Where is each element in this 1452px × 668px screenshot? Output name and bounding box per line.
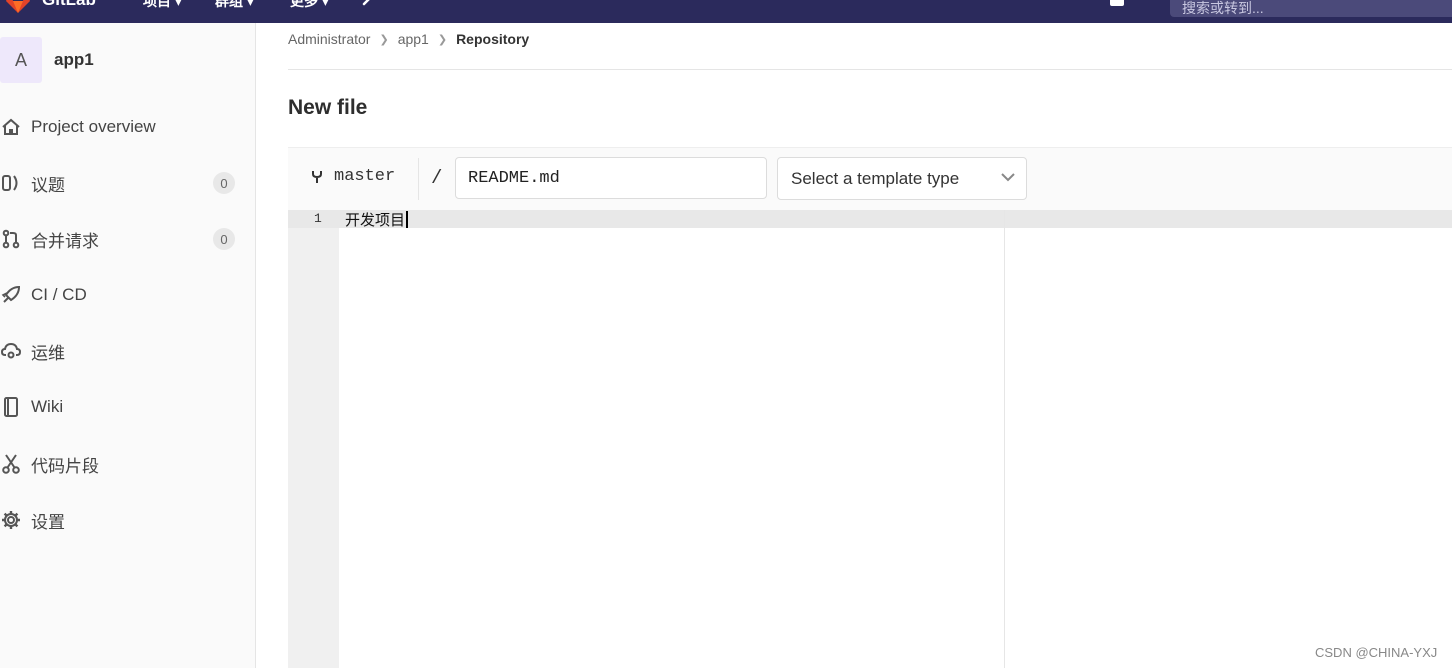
merge-requests-count-badge: 0 <box>213 228 235 250</box>
merge-request-icon <box>0 228 22 250</box>
project-avatar: A <box>0 37 42 83</box>
gitlab-fox-icon <box>6 0 30 13</box>
file-name-input[interactable] <box>455 157 767 199</box>
project-name: app1 <box>54 50 94 69</box>
sidebar-item-ci-cd[interactable]: CI / CD <box>0 280 250 310</box>
cloud-gear-icon <box>0 340 22 362</box>
scissors-icon <box>0 453 22 475</box>
sidebar-item-label: CI / CD <box>31 285 87 304</box>
sidebar-item-project-overview[interactable]: Project overview <box>0 112 250 142</box>
sidebar-item-operations[interactable]: 运维 <box>0 336 250 366</box>
sidebar-item-label: 合并请求 <box>31 231 99 251</box>
page-title: New file <box>288 96 368 119</box>
line-number: 1 <box>314 211 322 226</box>
gitlab-logo[interactable] <box>4 0 38 13</box>
branch-name: master <box>334 167 396 186</box>
code-line[interactable]: 开发项目 <box>345 209 409 230</box>
divider <box>288 69 1452 70</box>
branch-indicator: master <box>310 167 395 186</box>
rocket-icon <box>0 284 22 306</box>
template-type-label: Select a template type <box>791 168 960 188</box>
sidebar-item-label: 设置 <box>31 512 65 532</box>
new-item-icon[interactable] <box>1110 0 1124 6</box>
book-icon <box>0 396 22 418</box>
nav-more[interactable]: 更多 ▾ <box>290 0 329 11</box>
issues-icon <box>0 172 22 194</box>
breadcrumb-project[interactable]: app1 <box>398 31 429 47</box>
breadcrumb-administrator[interactable]: Administrator <box>288 31 370 47</box>
text-cursor <box>406 211 409 228</box>
admin-wrench-icon[interactable] <box>362 0 378 11</box>
line-number-gutter <box>288 210 339 668</box>
home-icon <box>0 116 22 138</box>
sidebar-item-label: Project overview <box>31 117 156 136</box>
divider <box>418 158 419 200</box>
print-margin <box>1004 210 1005 668</box>
project-header[interactable]: A app1 <box>0 37 94 83</box>
search-input[interactable]: 搜索或转到... <box>1170 0 1452 17</box>
active-line-highlight <box>288 210 1452 228</box>
file-editor-header: master / Select a template type <box>288 147 1452 211</box>
fork-icon <box>312 170 322 183</box>
sidebar-item-issues[interactable]: 议题 0 <box>0 168 250 198</box>
sidebar-item-label: 代码片段 <box>31 456 99 476</box>
chevron-right-icon: ❯ <box>379 33 389 46</box>
watermark: CSDN @CHINA-YXJ <box>1315 645 1438 660</box>
sidebar-item-label: Wiki <box>31 397 64 416</box>
sidebar-item-wiki[interactable]: Wiki <box>0 392 250 422</box>
path-separator: / <box>431 167 443 189</box>
nav-projects[interactable]: 项目 ▾ <box>143 0 182 11</box>
sidebar-item-label: 运维 <box>31 343 65 363</box>
breadcrumb-repository[interactable]: Repository <box>456 31 529 47</box>
nav-groups[interactable]: 群组 ▾ <box>215 0 254 11</box>
sidebar-item-settings[interactable]: 设置 <box>0 505 250 535</box>
project-sidebar: A app1 Project overview 议题 0 合并请求 0 CI /… <box>0 23 256 668</box>
issues-count-badge: 0 <box>213 172 235 194</box>
template-type-dropdown[interactable]: Select a template type <box>777 157 1027 200</box>
chevron-down-icon[interactable]: ▾ <box>1131 0 1136 3</box>
sidebar-item-label: 议题 <box>31 175 65 195</box>
chevron-down-icon <box>1001 173 1015 182</box>
breadcrumb: Administrator ❯ app1 ❯ Repository <box>288 31 529 47</box>
code-line-text: 开发项目 <box>345 211 406 229</box>
gear-icon <box>0 509 22 531</box>
code-editor[interactable]: 1 开发项目 <box>288 210 1452 668</box>
gitlab-brand[interactable]: GitLab <box>42 0 96 10</box>
sidebar-item-merge-requests[interactable]: 合并请求 0 <box>0 224 250 254</box>
sidebar-item-snippets[interactable]: 代码片段 <box>0 449 250 479</box>
chevron-right-icon: ❯ <box>437 33 448 46</box>
top-navbar: GitLab 项目 ▾ 群组 ▾ 更多 ▾ ▾ 搜索或转到... <box>0 0 1452 23</box>
